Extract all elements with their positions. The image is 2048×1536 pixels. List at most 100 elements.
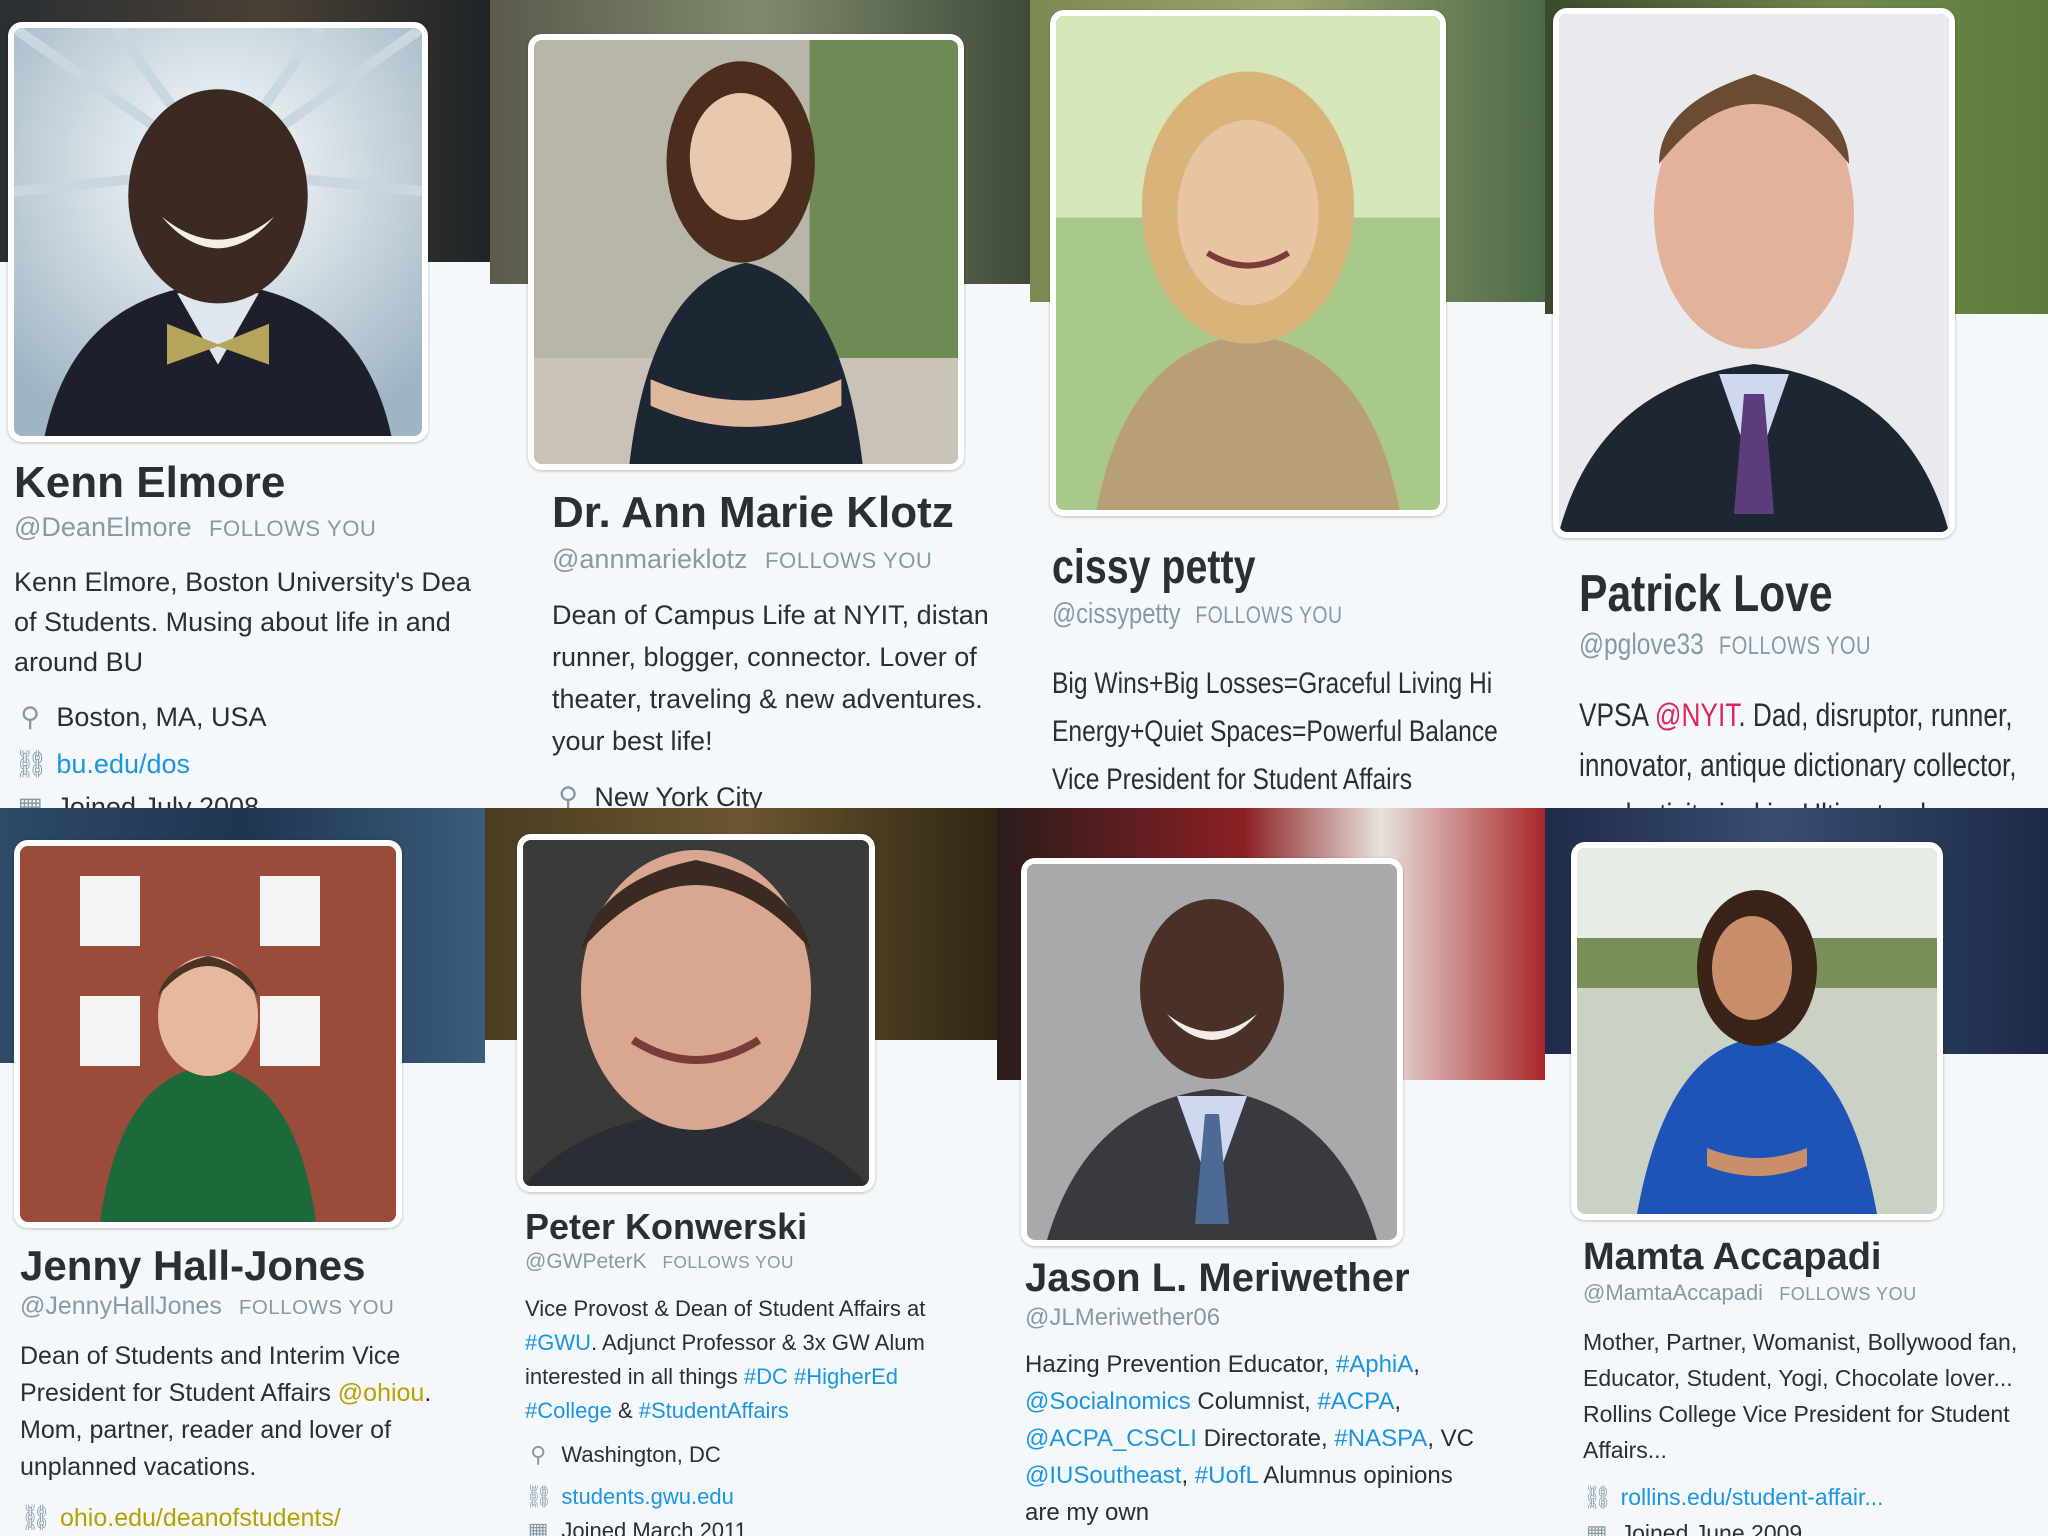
bio-text: Hazing Prevention Educator, — [1025, 1351, 1336, 1378]
profile-name[interactable]: Patrick Love — [1579, 564, 1833, 624]
handle-row: @annmarieklotz FOLLOWS YOU — [552, 544, 932, 575]
handle-row: @pglove33 FOLLOWS YOU — [1579, 628, 1871, 662]
location-row: ⚲ Washington, DC — [525, 1442, 721, 1468]
website-link[interactable]: bu.edu/dos — [56, 749, 190, 779]
hashtag-aphia[interactable]: #AphiA — [1336, 1351, 1413, 1378]
link-icon: ⛓ — [525, 1484, 553, 1509]
profile-name[interactable]: Mamta Accapadi — [1583, 1236, 1881, 1279]
link-icon: ⛓ — [20, 1504, 52, 1532]
hashtag-college[interactable]: #College — [525, 1398, 612, 1423]
profile-handle[interactable]: @annmarieklotz — [552, 544, 748, 574]
hashtag-naspa[interactable]: #NASPA — [1334, 1425, 1427, 1452]
website-link[interactable]: rollins.edu/student-affair... — [1621, 1484, 1884, 1510]
bio-text: , VC — [1427, 1425, 1474, 1452]
ohiou-mention-link[interactable]: @ohiou — [338, 1379, 425, 1407]
bio-text: Alumnus opinions — [1257, 1462, 1453, 1489]
profile-card-patrick-love: Patrick Love @pglove33 FOLLOWS YOU VPSA … — [1545, 0, 2048, 808]
profile-name[interactable]: Kenn Elmore — [14, 458, 285, 508]
handle-row: @MamtaAccapadi FOLLOWS YOU — [1583, 1280, 1917, 1306]
profile-name[interactable]: Jenny Hall-Jones — [20, 1242, 365, 1290]
bio-text: & — [611, 1398, 639, 1423]
avatar-image — [1559, 14, 1949, 532]
avatar[interactable] — [14, 840, 402, 1228]
profile-name[interactable]: Jason L. Meriwether — [1025, 1256, 1410, 1301]
follows-you-badge: FOLLOWS YOU — [765, 548, 933, 573]
website-row: ⛓ ohio.edu/deanofstudents/ — [20, 1504, 341, 1533]
profile-bio: Kenn Elmore, Boston University's Dea of … — [14, 567, 471, 677]
avatar-image — [20, 846, 396, 1222]
bio-text: Columnist, — [1190, 1388, 1318, 1415]
joined-row: ▦ Joined March 2011 — [525, 1518, 747, 1536]
avatar[interactable] — [1050, 10, 1446, 516]
location-row: ⚲ Boston, MA, USA — [14, 702, 266, 733]
location-text: Washington, DC — [561, 1442, 721, 1467]
avatar[interactable] — [528, 34, 964, 470]
iusoutheast-mention-link[interactable]: @IUSoutheast — [1025, 1462, 1181, 1489]
bio-text: , — [1413, 1351, 1420, 1378]
nyit-mention-link[interactable]: @NYIT — [1655, 697, 1738, 733]
profile-bio: Dean of Campus Life at NYIT, distan runn… — [552, 600, 989, 756]
profile-card-jenny-hall-jones: Jenny Hall-Jones @JennyHallJones FOLLOWS… — [0, 808, 485, 1536]
hashtag-uofl[interactable]: #UofL — [1195, 1462, 1258, 1489]
profile-card-jason-meriwether: Jason L. Meriwether @JLMeriwether06 Hazi… — [997, 808, 1545, 1536]
profile-bio: Big Wins+Big Losses=Graceful Living Hi E… — [1052, 660, 1544, 804]
avatar-image — [1577, 848, 1937, 1214]
hashtag-dc[interactable]: #DC — [744, 1364, 788, 1389]
joined-row: ▦ Joined July 2008 — [14, 792, 259, 808]
avatar-image — [1027, 864, 1397, 1240]
acpa-cscli-mention-link[interactable]: @ACPA_CSCLI — [1025, 1425, 1197, 1452]
joined-text: Joined March 2011 — [561, 1518, 747, 1536]
profile-name[interactable]: Dr. Ann Marie Klotz — [552, 488, 954, 538]
handle-row: @DeanElmore FOLLOWS YOU — [14, 512, 376, 543]
map-pin-icon: ⚲ — [558, 782, 579, 808]
handle-row: @cissypetty FOLLOWS YOU — [1052, 598, 1342, 631]
follows-you-badge: FOLLOWS YOU — [662, 1252, 794, 1272]
location-row: ⚲ New York City — [552, 782, 762, 808]
handle-row: @JennyHallJones FOLLOWS YOU — [20, 1292, 394, 1321]
socialnomics-mention-link[interactable]: @Socialnomics — [1025, 1388, 1191, 1415]
avatar[interactable] — [1021, 858, 1403, 1246]
website-row: ⛓ rollins.edu/student-affair... — [1583, 1484, 1884, 1511]
profile-name[interactable]: Peter Konwerski — [525, 1206, 807, 1248]
profile-handle[interactable]: @MamtaAccapadi — [1583, 1280, 1763, 1305]
follows-you-badge: FOLLOWS YOU — [1195, 602, 1343, 629]
avatar-image — [1056, 16, 1440, 510]
bio-text: , — [1394, 1388, 1402, 1415]
profile-handle[interactable]: @DeanElmore — [14, 512, 191, 542]
profile-name[interactable]: cissy petty — [1052, 540, 1255, 595]
bio-text: are my own — [1025, 1499, 1150, 1526]
profile-handle[interactable]: @JennyHallJones — [20, 1292, 222, 1320]
hashtag-studentaffairs[interactable]: #StudentAffairs — [639, 1398, 789, 1423]
profile-card-ann-marie-klotz: Dr. Ann Marie Klotz @annmarieklotz FOLLO… — [490, 0, 1030, 808]
profile-card-peter-konwerski: Peter Konwerski @GWPeterK FOLLOWS YOU Vi… — [485, 808, 997, 1536]
avatar[interactable] — [517, 834, 875, 1192]
profile-handle[interactable]: @JLMeriwether06 — [1025, 1304, 1220, 1331]
avatar[interactable] — [8, 22, 428, 442]
location-text: New York City — [594, 782, 763, 808]
profile-bio: Hazing Prevention Educator, #AphiA, @Soc… — [1025, 1346, 1545, 1531]
follows-you-badge: FOLLOWS YOU — [1779, 1284, 1917, 1304]
avatar[interactable] — [1553, 8, 1955, 538]
hashtag-highered[interactable]: #HigherEd — [794, 1364, 898, 1389]
profile-handle[interactable]: @pglove33 — [1579, 628, 1704, 661]
website-link[interactable]: ohio.edu/deanofstudents/ — [60, 1504, 341, 1532]
website-link[interactable]: students.gwu.edu — [561, 1484, 733, 1509]
profile-card-kenn-elmore: Kenn Elmore @DeanElmore FOLLOWS YOU Kenn… — [0, 0, 490, 808]
follows-you-badge: FOLLOWS YOU — [1718, 633, 1871, 660]
website-row: ⛓ students.gwu.edu — [525, 1484, 734, 1510]
avatar[interactable] — [1571, 842, 1943, 1220]
profile-handle[interactable]: @GWPeterK — [525, 1250, 647, 1273]
bio-text: Vice Provost & Dean of Student Affairs a… — [525, 1296, 926, 1321]
profile-bio: Mother, Partner, Womanist, Bollywood fan… — [1583, 1329, 2018, 1463]
avatar-image — [14, 28, 422, 436]
calendar-icon: ▦ — [1585, 1520, 1608, 1536]
avatar-image — [523, 840, 869, 1186]
joined-text: Joined June 2009 — [1620, 1520, 1803, 1536]
calendar-icon: ▦ — [17, 792, 43, 808]
hashtag-gwu[interactable]: #GWU — [525, 1330, 591, 1355]
joined-text: Joined July 2008 — [56, 792, 260, 808]
profile-handle[interactable]: @cissypetty — [1052, 598, 1181, 630]
hashtag-acpa[interactable]: #ACPA — [1317, 1388, 1394, 1415]
bio-text: Directorate, — [1196, 1425, 1335, 1452]
map-pin-icon: ⚲ — [530, 1442, 547, 1467]
